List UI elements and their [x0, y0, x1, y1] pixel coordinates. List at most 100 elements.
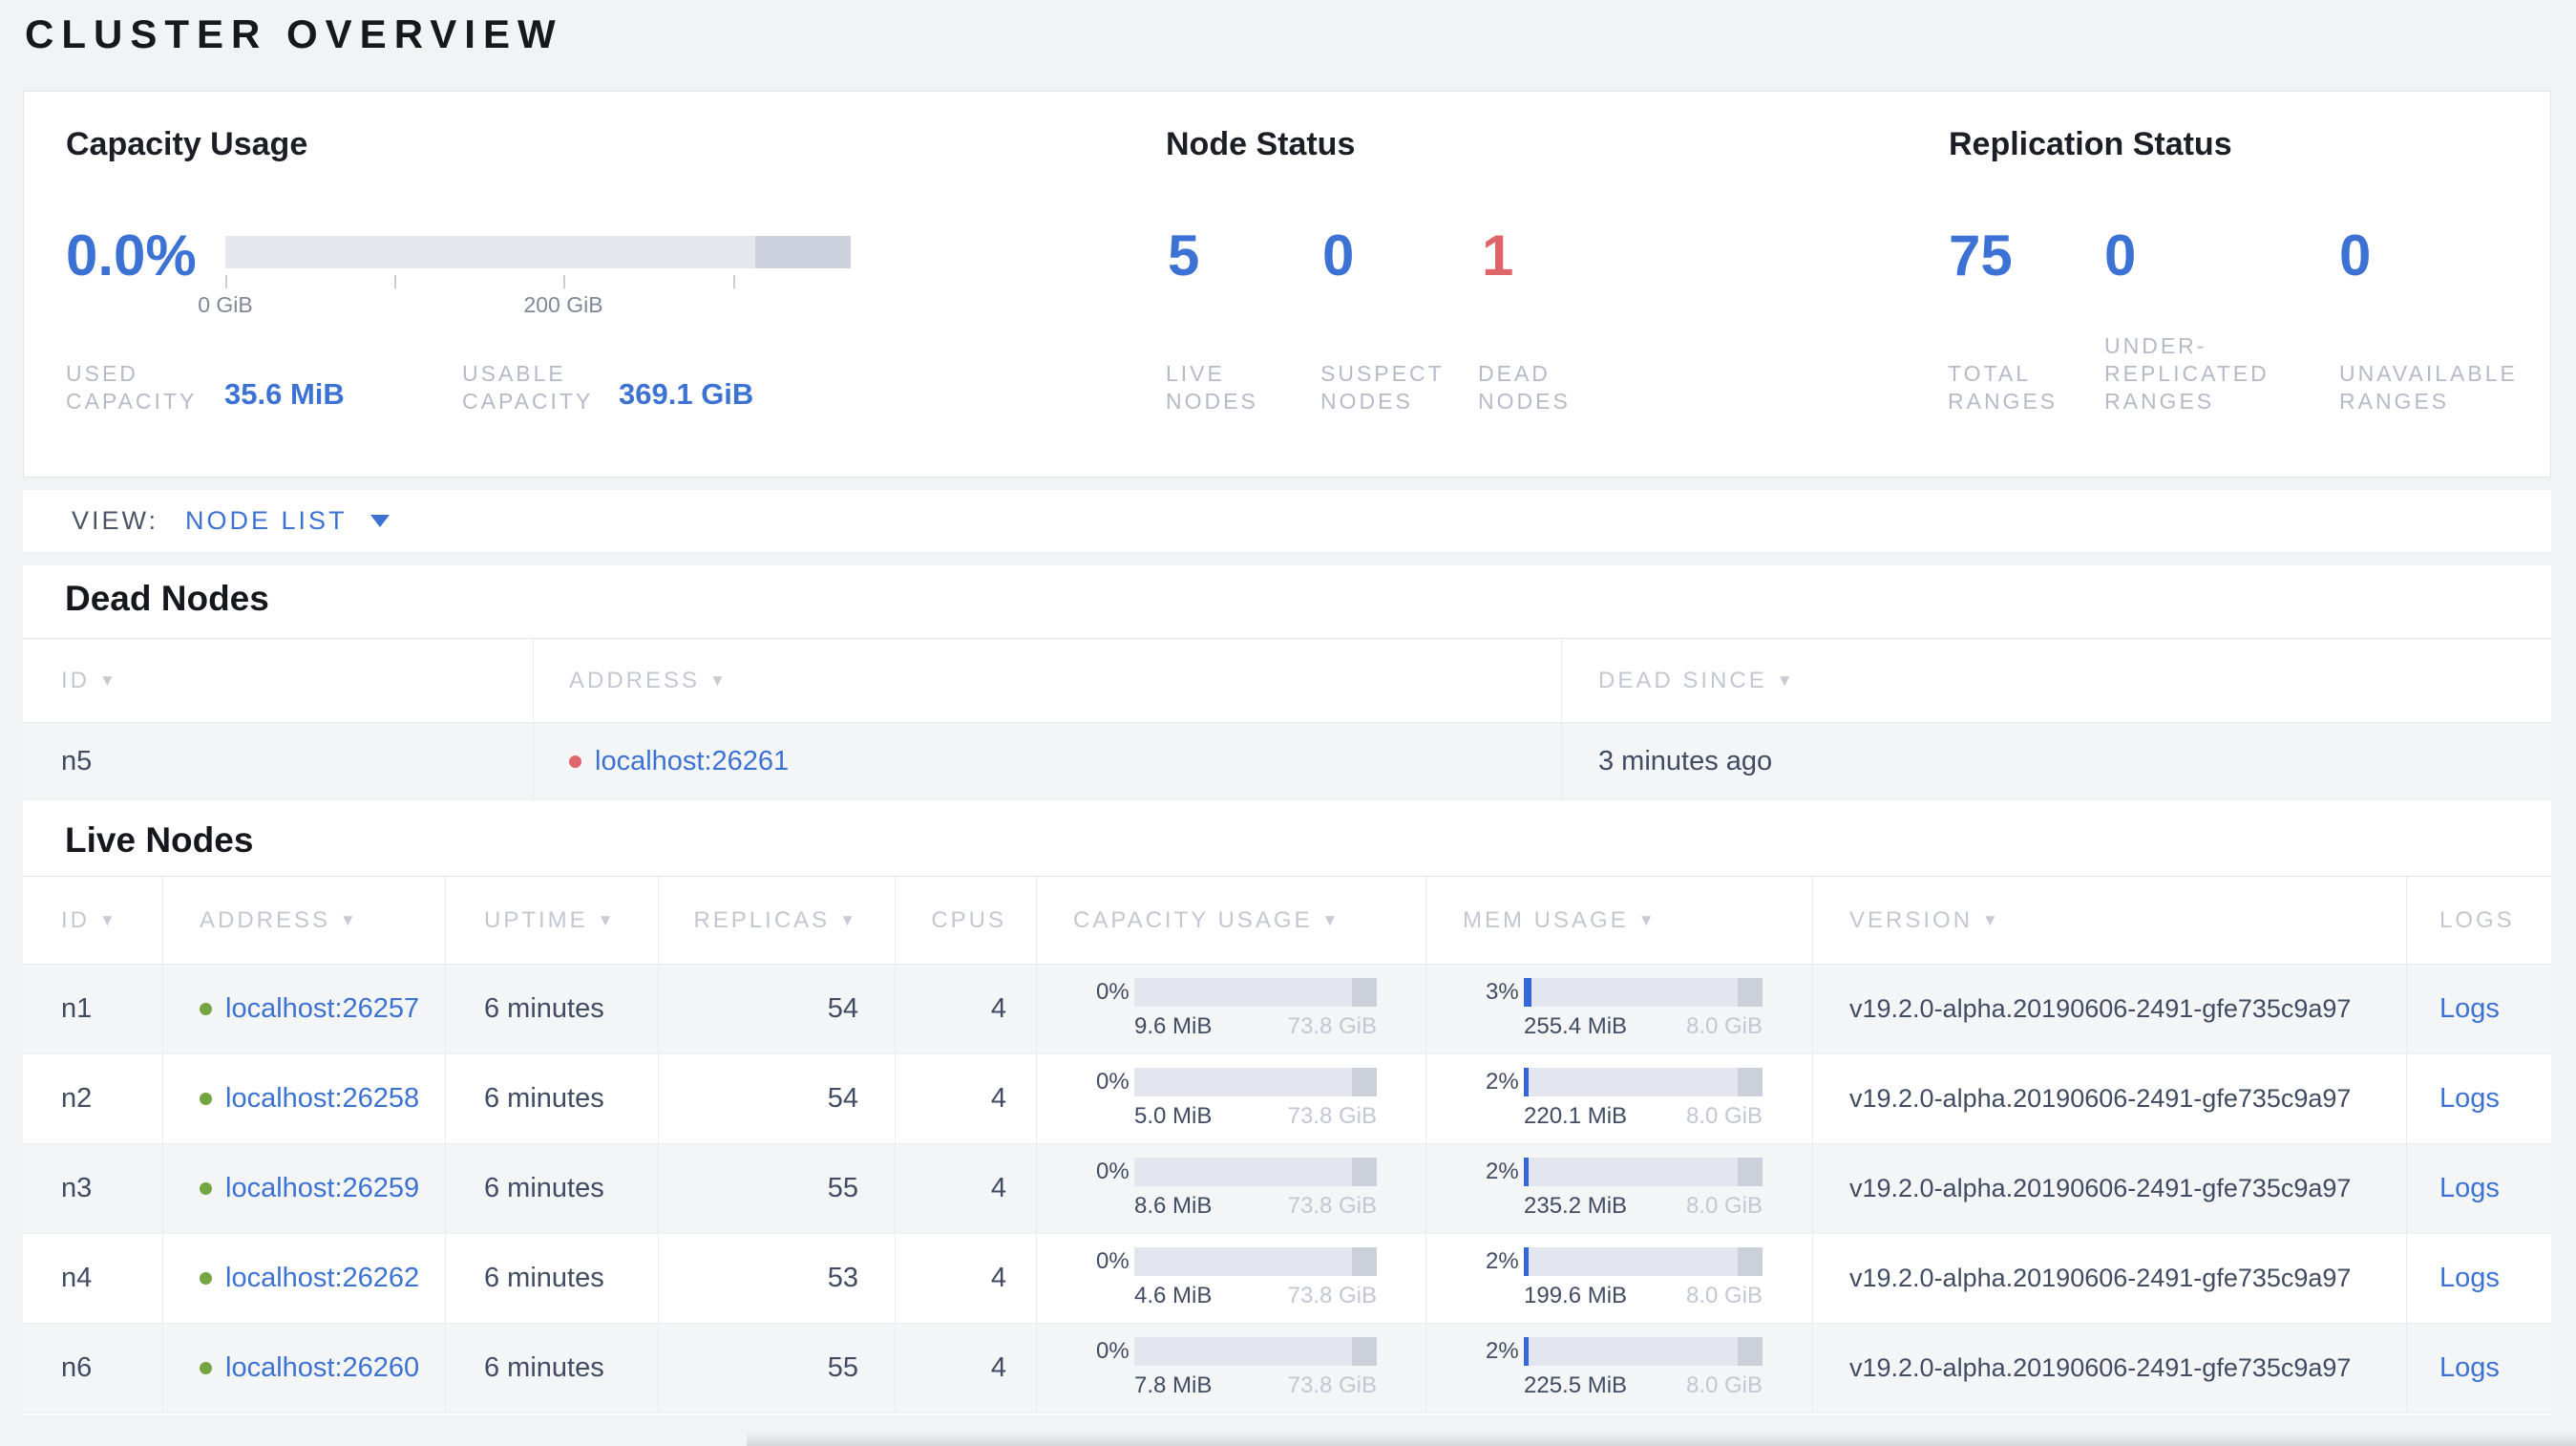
- bottom-shadow: [747, 1431, 2576, 1446]
- cpus-cell: 4: [895, 965, 1036, 1053]
- column-header-address[interactable]: ADDRESS ▼: [162, 877, 445, 964]
- axis-tick: [225, 275, 227, 288]
- version-cell: v19.2.0-alpha.20190606-2491-gfe735c9a97: [1812, 1054, 2406, 1143]
- status-dot-icon: [200, 1182, 212, 1195]
- logs-link[interactable]: Logs: [2439, 1263, 2500, 1294]
- logs-cell: Logs: [2406, 1054, 2551, 1143]
- node-address-cell: localhost:26259: [162, 1144, 445, 1233]
- sort-arrow-icon: ▼: [99, 670, 118, 690]
- cluster-overview-page: CLUSTER OVERVIEW Capacity Usage 0.0% 0 G…: [0, 0, 2576, 1446]
- live-node-row: n3 localhost:26259 6 minutes 55 4 0% 8.6…: [23, 1144, 2551, 1234]
- column-header-address[interactable]: ADDRESS ▼: [533, 639, 1561, 722]
- sort-arrow-icon: ▼: [597, 910, 617, 929]
- mem-usage-bar: [1524, 1158, 1763, 1186]
- capacity-usage-bar: [225, 236, 851, 268]
- cpus-cell: 4: [895, 1234, 1036, 1323]
- live-nodes-label: LIVE NODES: [1166, 361, 1258, 414]
- chevron-down-icon: [370, 515, 390, 527]
- live-node-row: n4 localhost:26262 6 minutes 53 4 0% 4.6…: [23, 1234, 2551, 1324]
- used-capacity-value: 35.6 MiB: [224, 377, 345, 411]
- mem-usage-bar: [1524, 978, 1763, 1007]
- status-dot-icon: [200, 1272, 212, 1285]
- replicas-cell: 54: [658, 1054, 895, 1143]
- logs-link[interactable]: Logs: [2439, 1083, 2500, 1115]
- logs-link[interactable]: Logs: [2439, 993, 2500, 1025]
- axis-tick-label-200: 200 GiB: [523, 292, 603, 317]
- live-nodes-count: 5: [1168, 223, 1200, 287]
- replicas-cell: 55: [658, 1144, 895, 1233]
- column-header-mem-usage[interactable]: MEM USAGE ▼: [1425, 877, 1812, 964]
- mem-usage-cell: 2% 220.1 MiB 8.0 GiB: [1425, 1054, 1812, 1143]
- cpus-cell: 4: [895, 1324, 1036, 1413]
- capacity-usage-bar: [1134, 1158, 1377, 1186]
- sort-arrow-icon: ▼: [340, 910, 359, 929]
- node-status-heading: Node Status: [1166, 126, 1356, 162]
- sort-arrow-icon: ▼: [99, 910, 118, 929]
- column-header-uptime[interactable]: UPTIME ▼: [445, 877, 658, 964]
- sort-arrow-icon: ▼: [1982, 910, 2001, 929]
- live-node-row: n2 localhost:26258 6 minutes 54 4 0% 5.0…: [23, 1054, 2551, 1144]
- capacity-percent: 0.0%: [66, 223, 197, 287]
- node-address-link[interactable]: localhost:26260: [225, 1352, 419, 1384]
- view-mode-dropdown[interactable]: NODE LIST: [185, 506, 390, 536]
- capacity-usage-bar: [1134, 1068, 1377, 1096]
- replicas-cell: 53: [658, 1234, 895, 1323]
- node-address-link[interactable]: localhost:26262: [225, 1263, 419, 1294]
- node-address-link[interactable]: localhost:26257: [225, 993, 419, 1025]
- replicas-cell: 55: [658, 1324, 895, 1413]
- column-header-cpus: CPUS: [895, 877, 1036, 964]
- logs-link[interactable]: Logs: [2439, 1352, 2500, 1384]
- sort-arrow-icon: ▼: [1776, 670, 1796, 690]
- axis-tick: [394, 275, 396, 288]
- version-cell: v19.2.0-alpha.20190606-2491-gfe735c9a97: [1812, 1234, 2406, 1323]
- live-node-row: n6 localhost:26260 6 minutes 55 4 0% 7.8…: [23, 1324, 2551, 1414]
- capacity-usage-cell: 0% 4.6 MiB 73.8 GiB: [1036, 1234, 1425, 1323]
- unavailable-ranges-count: 0: [2339, 223, 2372, 287]
- status-dot-icon: [200, 1093, 212, 1105]
- under-replicated-ranges-count: 0: [2104, 223, 2137, 287]
- version-cell: v19.2.0-alpha.20190606-2491-gfe735c9a97: [1812, 1324, 2406, 1413]
- column-header-capacity-usage[interactable]: CAPACITY USAGE ▼: [1036, 877, 1425, 964]
- column-header-id[interactable]: ID ▼: [23, 877, 162, 964]
- mem-usage-cell: 2% 235.2 MiB 8.0 GiB: [1425, 1144, 1812, 1233]
- cpus-cell: 4: [895, 1144, 1036, 1233]
- node-address-cell: localhost:26260: [162, 1324, 445, 1413]
- capacity-usage-cell: 0% 9.6 MiB 73.8 GiB: [1036, 965, 1425, 1053]
- dead-nodes-rows: n5 localhost:26261 3 minutes ago: [23, 723, 2551, 800]
- capacity-bar-reserved-segment: [755, 236, 851, 268]
- suspect-nodes-label: SUSPECT NODES: [1320, 361, 1445, 414]
- uptime-cell: 6 minutes: [445, 1234, 658, 1323]
- node-id-cell: n4: [61, 1263, 93, 1293]
- version-cell: v19.2.0-alpha.20190606-2491-gfe735c9a97: [1812, 1144, 2406, 1233]
- status-dot-icon: [200, 1362, 212, 1374]
- usable-capacity-label: USABLE CAPACITY: [462, 361, 594, 414]
- node-address-link[interactable]: localhost:26258: [225, 1083, 419, 1115]
- column-header-id[interactable]: ID ▼: [23, 639, 533, 722]
- node-address-link[interactable]: localhost:26261: [595, 746, 789, 777]
- summary-card: Capacity Usage 0.0% 0 GiB 200 GiB USED C…: [23, 91, 2551, 478]
- dead-nodes-heading: Dead Nodes: [65, 579, 269, 618]
- node-address-link[interactable]: localhost:26259: [225, 1173, 419, 1204]
- status-dot-icon: [200, 1003, 212, 1015]
- node-id-cell: n6: [61, 1352, 93, 1383]
- usable-capacity-value: 369.1 GiB: [619, 377, 754, 411]
- node-id-cell: n2: [61, 1083, 93, 1114]
- live-nodes-table: ID ▼ ADDRESS ▼ UPTIME ▼ REPLICAS ▼ CPUS CAPA…: [23, 876, 2551, 1414]
- dead-nodes-table: ID ▼ ADDRESS ▼ DEAD SINCE ▼ n5 localhost:26…: [23, 638, 2551, 800]
- column-header-dead-since[interactable]: DEAD SINCE ▼: [1561, 639, 2551, 722]
- cpus-cell: 4: [895, 1054, 1036, 1143]
- sort-arrow-icon: ▼: [1637, 910, 1658, 929]
- uptime-cell: 6 minutes: [445, 1324, 658, 1413]
- column-header-version[interactable]: VERSION ▼: [1812, 877, 2406, 964]
- live-nodes-rows: n1 localhost:26257 6 minutes 54 4 0% 9.6…: [23, 965, 2551, 1414]
- mem-usage-bar: [1524, 1337, 1763, 1366]
- live-nodes-heading: Live Nodes: [65, 820, 254, 860]
- node-id-cell: n3: [61, 1173, 93, 1203]
- logs-cell: Logs: [2406, 1144, 2551, 1233]
- dead-nodes-count: 1: [1482, 223, 1514, 287]
- column-header-replicas[interactable]: REPLICAS ▼: [658, 877, 895, 964]
- logs-link[interactable]: Logs: [2439, 1173, 2500, 1204]
- version-cell: v19.2.0-alpha.20190606-2491-gfe735c9a97: [1812, 965, 2406, 1053]
- capacity-usage-bar: [1134, 978, 1377, 1007]
- used-capacity-label: USED CAPACITY: [66, 361, 198, 414]
